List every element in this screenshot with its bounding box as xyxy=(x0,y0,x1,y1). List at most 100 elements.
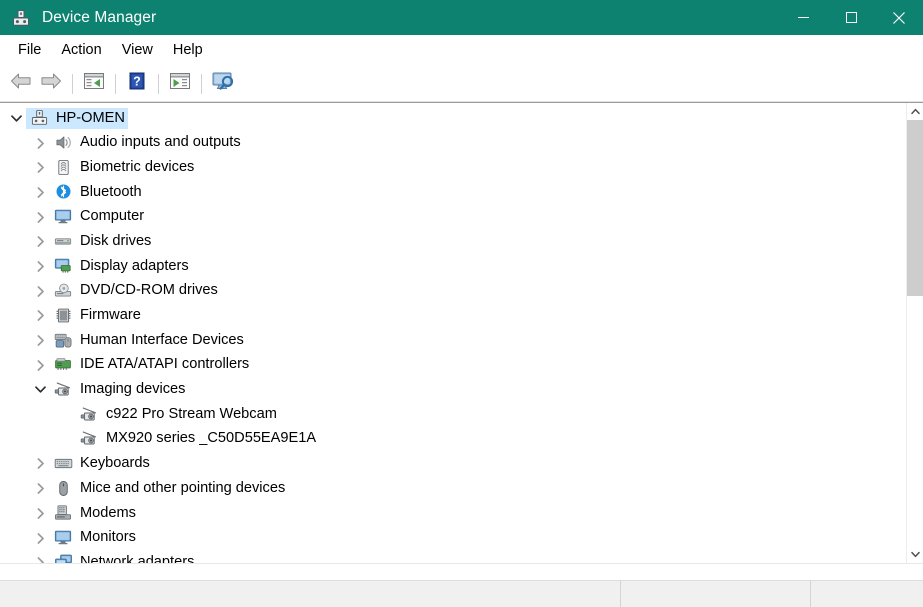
maximize-button[interactable] xyxy=(827,0,875,35)
horizontal-scrollbar-track[interactable] xyxy=(0,564,923,580)
tree-item-label: HP-OMEN xyxy=(56,109,125,126)
minimize-button[interactable] xyxy=(779,0,827,35)
chevron-right-icon[interactable] xyxy=(30,285,50,297)
tree-item-label: Display adapters xyxy=(80,257,189,274)
tree-item[interactable]: Mice and other pointing devices xyxy=(0,476,906,501)
tree-item[interactable]: Audio inputs and outputs xyxy=(0,131,906,156)
chevron-right-icon[interactable] xyxy=(30,261,50,272)
title-bar: Device Manager xyxy=(0,0,923,35)
bluetooth-icon xyxy=(52,183,74,201)
tree-item[interactable]: Imaging devices xyxy=(0,378,906,403)
tree-item[interactable]: Computer xyxy=(0,205,906,230)
chevron-right-icon[interactable] xyxy=(30,187,50,198)
tree-item[interactable]: DVD/CD-ROM drives xyxy=(0,279,906,304)
tree-item[interactable]: HP-OMEN xyxy=(0,106,906,131)
mouse-icon xyxy=(52,479,74,497)
tree-item[interactable]: IDE ATA/ATAPI controllers xyxy=(0,353,906,378)
tree-item-label: Imaging devices xyxy=(80,381,186,398)
properties-icon xyxy=(83,72,105,95)
chevron-right-icon[interactable] xyxy=(30,532,50,544)
tree-item-label: Keyboards xyxy=(80,455,150,472)
disk-drive-icon xyxy=(52,232,74,250)
update-driver-button[interactable] xyxy=(165,70,195,98)
forward-arrow-icon xyxy=(40,72,62,95)
tree-item[interactable]: MX920 series _C50D55EA9E1A xyxy=(0,427,906,452)
chevron-down-icon[interactable] xyxy=(30,385,50,394)
menu-item-view[interactable]: View xyxy=(112,38,163,62)
camera-icon xyxy=(52,380,74,398)
tree-item[interactable]: Disk drives xyxy=(0,229,906,254)
tree-item-label: Network adapters xyxy=(80,553,195,563)
fingerprint-icon xyxy=(52,158,74,176)
device-tree[interactable]: HP-OMEN Audio inputs and outputs Biometr… xyxy=(0,103,906,563)
window-title: Device Manager xyxy=(42,8,157,26)
menu-item-file[interactable]: File xyxy=(8,38,51,62)
menu-item-help[interactable]: Help xyxy=(163,38,213,62)
chevron-right-icon[interactable] xyxy=(30,137,50,149)
tree-item-label: c922 Pro Stream Webcam xyxy=(106,405,277,422)
hid-icon xyxy=(52,331,74,349)
tree-item[interactable]: Biometric devices xyxy=(0,155,906,180)
toolbar: ? xyxy=(0,66,923,102)
update-driver-icon xyxy=(169,72,191,95)
ide-controller-icon xyxy=(52,356,74,374)
scroll-up-button[interactable] xyxy=(907,103,923,120)
close-button[interactable] xyxy=(875,0,923,35)
chevron-right-icon[interactable] xyxy=(30,236,50,248)
computer-node-icon xyxy=(28,109,50,127)
menu-bar: File Action View Help xyxy=(0,35,923,66)
chevron-right-icon[interactable] xyxy=(30,310,50,322)
tree-item[interactable]: c922 Pro Stream Webcam xyxy=(0,402,906,427)
tree-item-label: IDE ATA/ATAPI controllers xyxy=(80,356,250,373)
chevron-right-icon[interactable] xyxy=(30,335,50,346)
chevron-right-icon[interactable] xyxy=(30,557,50,563)
chevron-right-icon[interactable] xyxy=(30,162,50,174)
vertical-scrollbar-thumb[interactable] xyxy=(907,120,923,296)
chevron-right-icon[interactable] xyxy=(30,359,50,371)
tree-item[interactable]: Firmware xyxy=(0,304,906,329)
tree-item-label: Human Interface Devices xyxy=(80,331,244,348)
keyboard-icon xyxy=(52,454,74,472)
device-manager-icon xyxy=(11,8,31,28)
status-pane-main xyxy=(0,581,620,607)
scan-hardware-button[interactable] xyxy=(208,70,238,98)
toolbar-separator xyxy=(115,73,116,94)
content-area: HP-OMEN Audio inputs and outputs Biometr… xyxy=(0,102,923,563)
tree-item[interactable]: Keyboards xyxy=(0,452,906,477)
tree-item[interactable]: Bluetooth xyxy=(0,180,906,205)
modem-icon xyxy=(52,504,74,522)
tree-item[interactable]: Network adapters xyxy=(0,550,906,563)
tree-item-label: Audio inputs and outputs xyxy=(80,134,241,151)
help-question-icon: ? xyxy=(127,72,147,95)
tree-item-label: Mice and other pointing devices xyxy=(80,479,286,496)
vertical-scrollbar[interactable] xyxy=(906,103,923,563)
chevron-right-icon[interactable] xyxy=(30,458,50,470)
tree-item-label: DVD/CD-ROM drives xyxy=(80,282,218,299)
forward-button[interactable] xyxy=(36,70,66,98)
tree-item[interactable]: Modems xyxy=(0,501,906,526)
chevron-right-icon[interactable] xyxy=(30,507,50,519)
monitor-icon xyxy=(52,529,74,547)
chevron-right-icon[interactable] xyxy=(30,483,50,495)
horizontal-scrollbar[interactable] xyxy=(0,563,923,580)
tree-item-label: Bluetooth xyxy=(80,183,142,200)
tree-item-label: Computer xyxy=(80,208,145,225)
properties-button[interactable] xyxy=(79,70,109,98)
help-button[interactable]: ? xyxy=(122,70,152,98)
menu-item-action[interactable]: Action xyxy=(51,38,111,62)
camera-icon xyxy=(78,405,100,423)
tree-item[interactable]: Human Interface Devices xyxy=(0,328,906,353)
device-manager-window: Device Manager File Action View Help ? H… xyxy=(0,0,923,607)
toolbar-separator xyxy=(158,73,159,94)
tree-item-label: Firmware xyxy=(80,307,141,324)
chevron-down-icon[interactable] xyxy=(6,114,26,123)
status-pane-three xyxy=(810,580,923,607)
tree-item-label: Biometric devices xyxy=(80,158,195,175)
camera-icon xyxy=(78,430,100,448)
tree-item[interactable]: Monitors xyxy=(0,526,906,551)
tree-item[interactable]: Display adapters xyxy=(0,254,906,279)
back-button[interactable] xyxy=(6,70,36,98)
scroll-down-button[interactable] xyxy=(907,546,923,563)
chevron-right-icon[interactable] xyxy=(30,211,50,223)
monitor-icon xyxy=(52,208,74,226)
